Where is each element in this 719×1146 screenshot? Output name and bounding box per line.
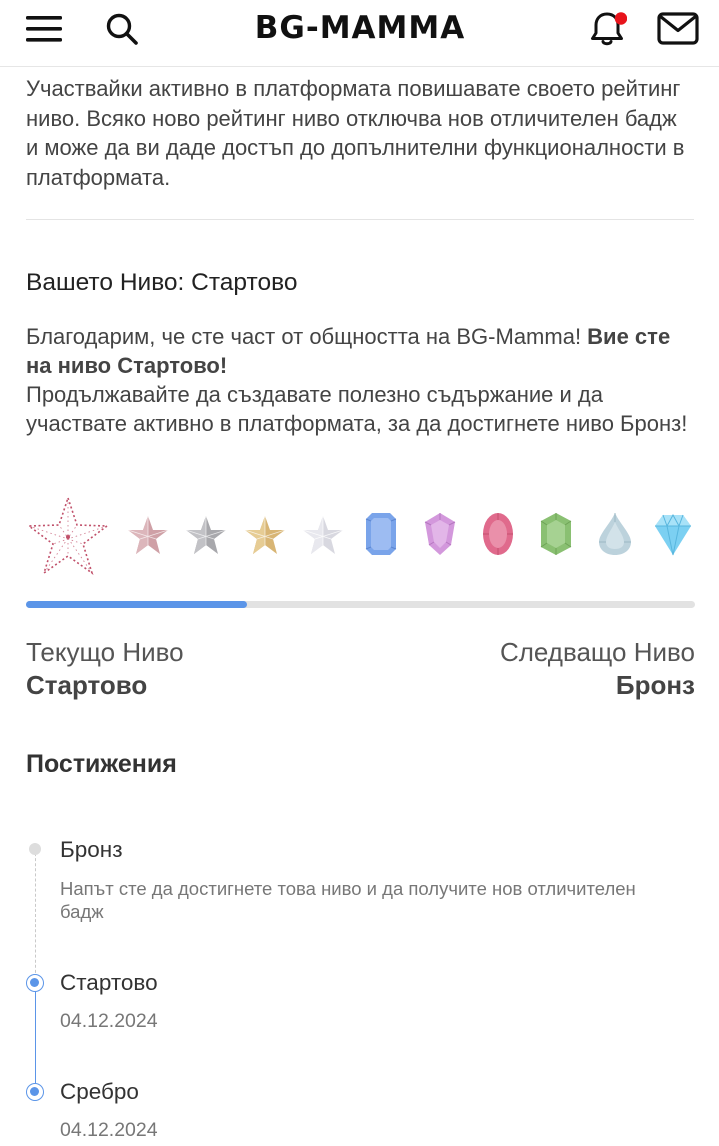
- next-level-value: Бронз: [615, 670, 695, 700]
- timeline-dot-completed: [26, 1083, 44, 1101]
- sapphire-gem-icon: [365, 512, 397, 561]
- achievement-date: 04.12.2024: [60, 1119, 158, 1141]
- current-level-value: Стартово: [26, 670, 148, 700]
- current-level-block: Текущо Ниво Стартово: [26, 636, 184, 702]
- notification-dot: [614, 12, 627, 25]
- level-message: Благодарим, че сте част от общността на …: [26, 322, 694, 438]
- rating-intro-text: Участвайки активно в платформата повишав…: [26, 76, 685, 190]
- current-level-label: Текущо Ниво: [26, 637, 184, 667]
- main-content: Участвайки активно в платформата повишав…: [26, 66, 694, 438]
- teardrop-gem-icon: [598, 512, 632, 561]
- achievement-name: Бронз: [60, 837, 123, 862]
- search-icon[interactable]: [98, 8, 146, 50]
- thanks-text: Благодарим, че сте част от общността на …: [26, 324, 588, 349]
- star-silver-icon: [185, 515, 227, 560]
- achievement-description: Напът сте да достигнете това ниво и да п…: [60, 878, 636, 922]
- ruby-gem-icon: [482, 512, 514, 561]
- timeline-pending-line: [35, 848, 36, 983]
- level-title: Вашето Ниво: Стартово: [26, 269, 298, 296]
- bg-mamma-logo[interactable]: BG-MAMMA: [240, 8, 480, 48]
- next-level-block: Следващо Ниво Бронз: [500, 636, 695, 702]
- next-level-label: Следващо Ниво: [499, 637, 695, 667]
- star-platinum-icon: [302, 515, 344, 560]
- achievement-name: Сребро: [60, 1079, 139, 1104]
- level-summary: Текущо Ниво Стартово Следващо Ниво Бронз: [26, 636, 695, 706]
- timeline-dot-pending: [29, 843, 41, 855]
- star-outline-icon: [26, 495, 110, 581]
- envelope-icon[interactable]: [654, 8, 702, 50]
- app-header: BG-MAMMA: [0, 0, 719, 67]
- achievement-name: Стартово: [60, 970, 158, 995]
- amethyst-gem-icon: [424, 512, 456, 561]
- bell-icon[interactable]: [583, 8, 631, 50]
- level-progress-fill: [26, 601, 247, 608]
- achievement-date: 04.12.2024: [60, 1010, 158, 1032]
- diamond-gem-icon: [654, 513, 692, 561]
- motivation-text: Продължавайте да създавате полезно съдър…: [26, 382, 688, 436]
- star-rose-icon: [127, 515, 169, 560]
- emerald-gem-icon: [540, 512, 572, 561]
- timeline-dot-completed: [26, 974, 44, 992]
- divider: [26, 219, 694, 220]
- level-badges-row: [26, 495, 696, 576]
- timeline-completed-line: [35, 982, 36, 1092]
- hamburger-menu-icon[interactable]: [20, 8, 68, 50]
- achievements-title: Постижения: [26, 750, 177, 778]
- logo-text: BG-MAMMA: [254, 10, 466, 46]
- star-gold-icon: [244, 515, 286, 560]
- level-progress-bar: [26, 601, 695, 608]
